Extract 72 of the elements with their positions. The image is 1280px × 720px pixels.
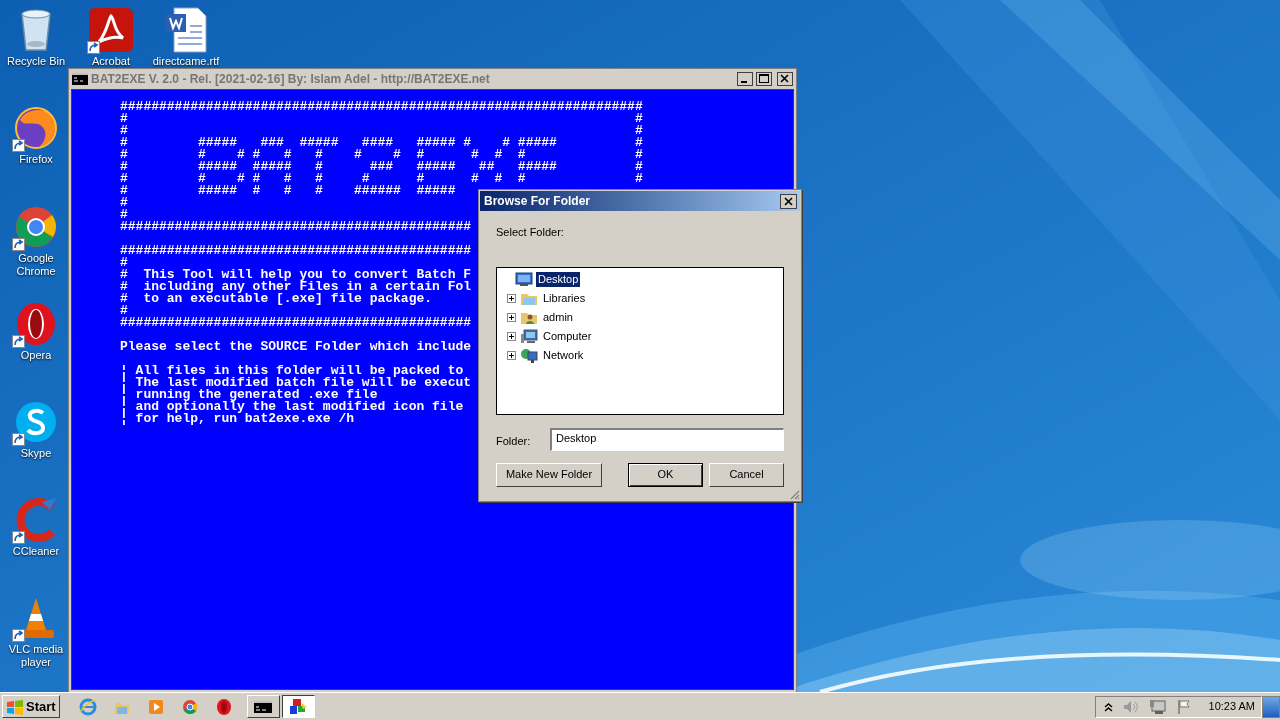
maximize-icon[interactable]: [756, 72, 772, 86]
console-line: ###################################################################: [120, 101, 643, 113]
console-line: # # # # # # # # # # # #: [120, 173, 643, 185]
colored-blocks-icon: [288, 697, 309, 716]
console-line: # This Tool will help you to convert Batch F: [120, 269, 472, 281]
console-line: #: [120, 257, 128, 269]
tree-item[interactable]: Computer: [541, 328, 594, 344]
console-line: Please select the SOURCE Folder which include: [120, 341, 472, 353]
show-desktop-button[interactable]: [1262, 695, 1280, 718]
dialog-button[interactable]: Make New Folder: [496, 462, 602, 487]
expand-icon[interactable]: [507, 312, 516, 322]
desktop-icon-label[interactable]: Skype: [20, 447, 52, 460]
console-line: # including any other Files in a certain Fol: [120, 281, 472, 293]
console-line: #############################################: [120, 245, 472, 257]
tree-item[interactable]: Libraries: [541, 290, 588, 306]
flag-icon[interactable]: [1175, 698, 1192, 715]
desktop-icon-label[interactable]: Google Chrome: [4, 252, 68, 278]
dialog-button[interactable]: Cancel: [709, 462, 784, 487]
console-icon: [72, 73, 88, 85]
desktop-icon-label[interactable]: VLC media player: [4, 643, 68, 669]
console-line: # #: [120, 125, 643, 137]
start-button[interactable]: Start: [2, 695, 60, 718]
desktop-icon-label[interactable]: CCleaner: [12, 545, 60, 558]
console-line: #############################################: [120, 317, 472, 329]
console-line: # ##### ### ##### #### ##### # # ##### #: [120, 137, 643, 149]
console-line: ¦ for help, run bat2exe.exe /h: [120, 413, 355, 425]
monitor-icon: [515, 271, 533, 287]
folder-field[interactable]: Desktop: [550, 427, 784, 451]
folder-tree[interactable]: Desktop Libraries admin Computer Network: [496, 266, 784, 415]
tree-item[interactable]: Desktop: [536, 271, 581, 287]
computer-icon: [520, 328, 538, 344]
desktop-icon-label[interactable]: directcame.rtf: [152, 55, 220, 68]
chevron-up-icon[interactable]: [1103, 701, 1113, 712]
console-line: ¦ The last modified batch file will be execut: [120, 377, 472, 389]
console-line: ¦ and optionally the last modified icon file: [120, 401, 464, 413]
expand-icon[interactable]: [507, 293, 516, 303]
desktop-icon-label[interactable]: Firefox: [19, 153, 53, 166]
windows-logo-icon: [6, 698, 24, 715]
console-line: #: [120, 305, 128, 317]
console-line: #: [120, 197, 128, 209]
console-line: # # # # # # # # # # # # #: [120, 149, 643, 161]
ring-icon[interactable]: [214, 697, 233, 716]
network-monitor-icon[interactable]: [1148, 698, 1167, 715]
console-line: # #: [120, 113, 643, 125]
expand-icon[interactable]: [507, 331, 516, 341]
desktop-icon-label[interactable]: Recycle Bin: [6, 55, 66, 68]
network-icon: [520, 347, 538, 363]
taskbar-button[interactable]: [281, 695, 315, 718]
window-title: BAT2EXE V. 2.0 - Rel. [2021-02-16] By: Islam Adel - http://BAT2EXE.net: [91, 71, 490, 88]
console-line: ¦ running the generated .exe file: [120, 389, 378, 401]
tree-item[interactable]: Network: [541, 347, 586, 363]
fox-globe-icon[interactable]: [12, 104, 60, 152]
console-line: ¦ All files in this folder will be packed to: [120, 365, 464, 377]
browser-circle-icon[interactable]: [180, 697, 199, 716]
expand-icon[interactable]: [507, 350, 516, 360]
console-line: # to an executable [.exe] file package.: [120, 293, 433, 305]
dialog-title: Browse For Folder: [484, 193, 590, 210]
desktop-icon-label[interactable]: Acrobat: [92, 55, 130, 68]
dialog-button[interactable]: OK: [628, 462, 703, 487]
console-line: # ##### # # # ###### #####: [120, 185, 456, 197]
title-bar[interactable]: Browse For Folder: [480, 191, 800, 211]
console-line: #############################################: [120, 221, 472, 233]
minimize-icon[interactable]: [737, 72, 753, 86]
folder-label: Folder:: [496, 433, 532, 449]
console-line: # ##### ##### # ### ##### ## ##### #: [120, 161, 643, 173]
close-icon[interactable]: [780, 193, 797, 209]
resize-grip-icon[interactable]: [788, 488, 800, 500]
prompt-label: Select Folder:: [496, 225, 565, 240]
tree-item[interactable]: admin: [541, 309, 575, 325]
console-line: #: [120, 209, 128, 221]
close-icon[interactable]: [777, 72, 793, 86]
desktop-icon-label[interactable]: Opera: [20, 349, 52, 362]
